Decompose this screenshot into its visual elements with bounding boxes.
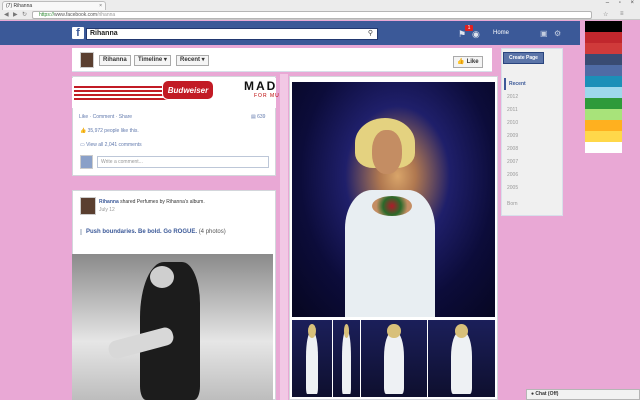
photo-thumbnail-2[interactable] (333, 320, 360, 397)
palette-swatch[interactable] (585, 98, 622, 109)
search-value: Rihanna (90, 30, 118, 37)
year-2005[interactable]: 2005 (507, 182, 547, 194)
bookmark-star-icon[interactable]: ☆ (603, 11, 608, 18)
search-input[interactable]: Rihanna ⚲ (86, 28, 378, 40)
photo-necklace (372, 196, 412, 216)
post-header: Rihanna shared Perfumes by Rihanna's alb… (99, 199, 271, 205)
post-action-text: shared Perfumes by Rihanna's album. (120, 199, 205, 205)
palette-swatch[interactable] (585, 54, 622, 65)
gear-icon[interactable]: ⚙ (554, 29, 561, 38)
album-title: Push boundaries. Be bold. Go ROGUE. (86, 229, 198, 235)
year-2007[interactable]: 2007 (507, 156, 547, 168)
year-2012[interactable]: 2012 (507, 91, 547, 103)
palette-swatch[interactable] (585, 32, 622, 43)
year-recent[interactable]: Recent (504, 78, 544, 90)
create-page-button[interactable]: Create Page (503, 52, 544, 64)
url-host: www.facebook.com (54, 12, 98, 18)
view-comments-text: View all 2,041 comments (86, 142, 142, 148)
url-path: /rihanna (97, 12, 116, 18)
color-palette (585, 21, 622, 153)
photo-face (372, 130, 402, 174)
facebook-logo[interactable]: f (72, 27, 84, 39)
timeline-dropdown[interactable]: Timeline ▾ (134, 55, 171, 66)
palette-swatch[interactable] (585, 43, 622, 54)
chat-label: Chat (Off) (535, 391, 559, 397)
palette-swatch[interactable] (585, 109, 622, 120)
search-icon[interactable]: ⚲ (368, 29, 373, 39)
browser-chrome: (7) Rihanna × – ▫ × ◀ ▶ ↻ https://www.fa… (0, 0, 640, 20)
album-title-block[interactable]: Push boundaries. Be bold. Go ROGUE. (4 p… (80, 229, 270, 235)
commenter-avatar (80, 155, 93, 169)
timeline-spine (280, 74, 288, 400)
ad-tagline-sub: FOR MU (254, 93, 280, 99)
photo-thumbnail-3[interactable] (361, 320, 427, 397)
chat-bar[interactable]: ● Chat (Off) (526, 389, 640, 400)
comment-input[interactable]: Write a comment... (97, 156, 269, 168)
year-2009[interactable]: 2009 (507, 130, 547, 142)
author-avatar[interactable] (80, 197, 96, 215)
reload-icon[interactable]: ↻ (22, 11, 27, 18)
page-name-selector[interactable]: Rihanna (99, 55, 131, 66)
like-page-button[interactable]: 👍 Like (453, 56, 483, 68)
year-2006[interactable]: 2006 (507, 169, 547, 181)
share-count-value: 639 (257, 114, 266, 120)
palette-swatch[interactable] (585, 120, 622, 131)
palette-swatch[interactable] (585, 21, 622, 32)
year-born[interactable]: Born (507, 198, 547, 210)
globe-icon[interactable]: ◉ (472, 29, 480, 40)
home-link[interactable]: Home (493, 30, 509, 36)
photo-figure-head (150, 266, 174, 288)
view-comments-link[interactable]: ▭ View all 2,041 comments (80, 142, 142, 148)
likes-count: 35,972 people like this. (87, 128, 139, 134)
address-bar[interactable]: https://www.facebook.com/rihanna (32, 11, 592, 19)
year-2011[interactable]: 2011 (507, 104, 547, 116)
budweiser-logo: Budweiser (162, 80, 214, 100)
timeline-label: Timeline (138, 57, 163, 63)
tab-close-icon[interactable]: × (99, 2, 102, 10)
like-label: Like (466, 59, 479, 65)
forward-icon[interactable]: ▶ (13, 11, 18, 18)
post-date[interactable]: July 12 (99, 207, 115, 213)
recent-label: Recent (180, 57, 201, 63)
palette-swatch[interactable] (585, 76, 622, 87)
post-actions[interactable]: Like · Comment · Share (79, 114, 132, 120)
year-2010[interactable]: 2010 (507, 117, 547, 129)
palette-swatch[interactable] (585, 65, 622, 76)
privacy-icon[interactable]: ▣ (540, 29, 548, 38)
album-count: (4 photos) (198, 229, 226, 235)
palette-swatch[interactable] (585, 142, 622, 153)
menu-icon[interactable]: ≡ (620, 11, 624, 17)
year-2008[interactable]: 2008 (507, 143, 547, 155)
likes-row[interactable]: 👍 35,972 people like this. (80, 128, 139, 134)
share-count[interactable]: ▤ 639 (251, 114, 265, 120)
window-controls[interactable]: – ▫ × (606, 0, 638, 6)
url-scheme: https:// (39, 12, 55, 18)
palette-swatch[interactable] (585, 131, 622, 142)
back-icon[interactable]: ◀ (4, 11, 9, 18)
recent-dropdown[interactable]: Recent ▾ (176, 55, 209, 66)
photo-thumbnail-4[interactable] (428, 320, 495, 397)
author-link[interactable]: Rihanna (99, 199, 119, 205)
photo-thumbnail-1[interactable] (292, 320, 332, 397)
palette-swatch[interactable] (585, 87, 622, 98)
page-avatar[interactable] (80, 52, 94, 68)
browser-tab[interactable]: (7) Rihanna × (2, 1, 106, 10)
tab-title: (7) Rihanna (6, 3, 33, 9)
ad-tagline: MAD (244, 79, 278, 93)
